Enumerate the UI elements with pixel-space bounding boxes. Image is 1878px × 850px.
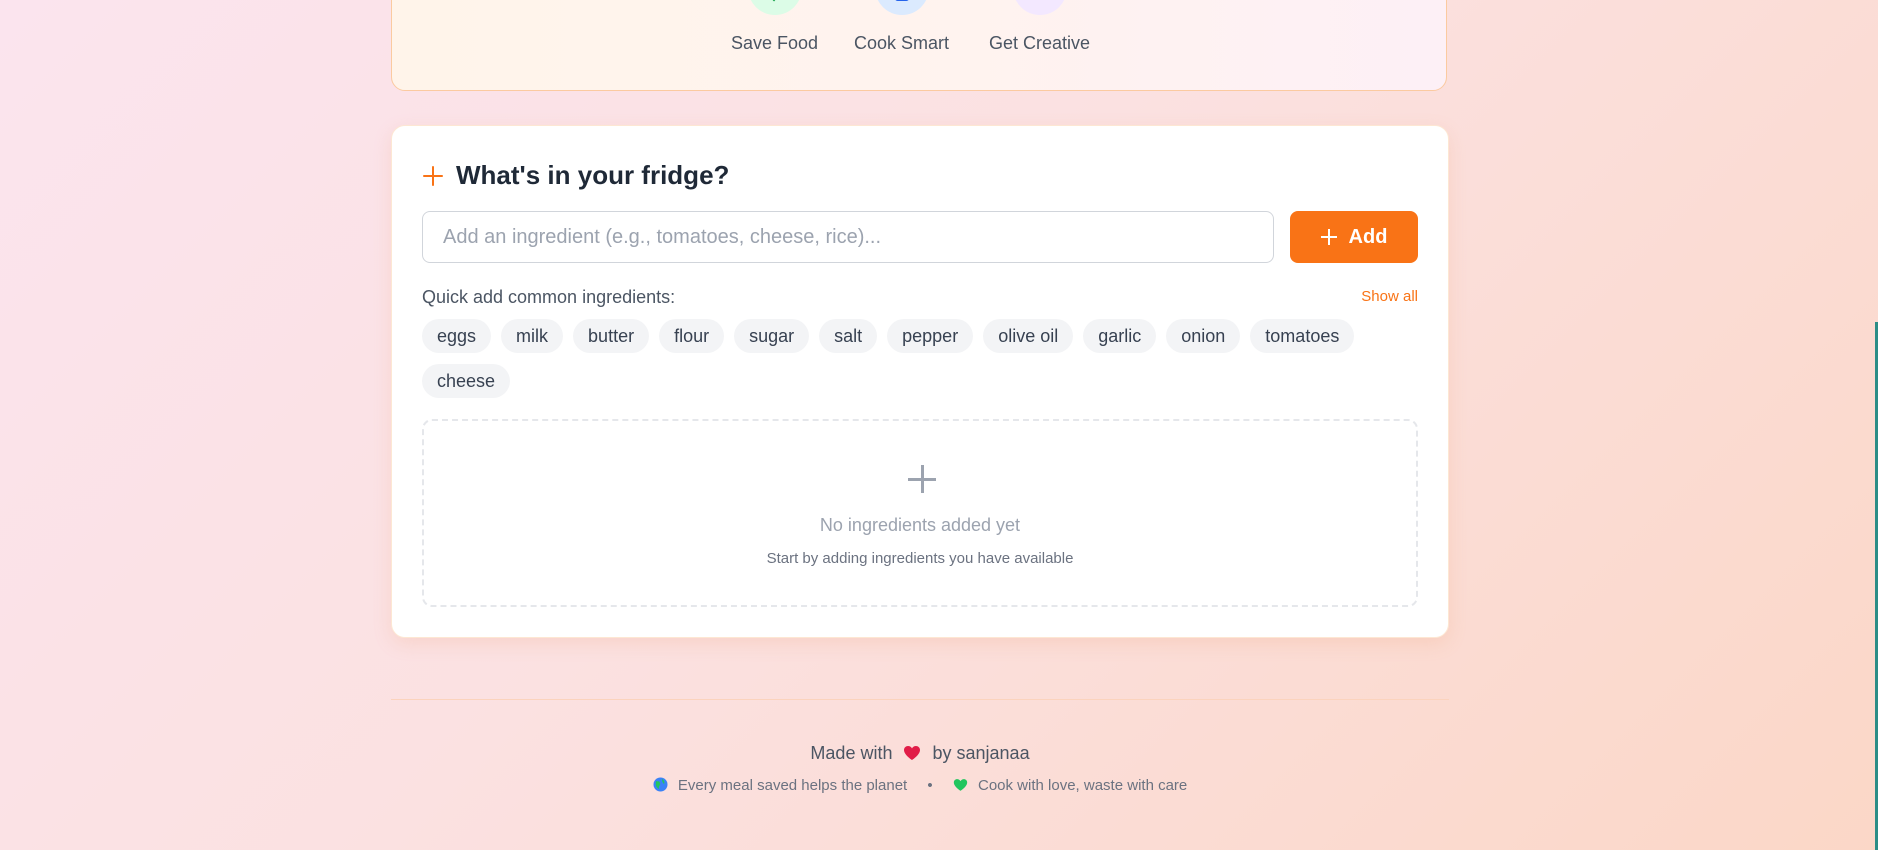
card-title: What's in your fridge? bbox=[456, 160, 730, 190]
tagline-love: Cook with love, waste with care bbox=[978, 777, 1188, 794]
ingredient-chip-eggs[interactable]: eggs bbox=[422, 319, 492, 353]
made-with-text: Made with bbox=[810, 743, 893, 763]
ingredient-chip-garlic[interactable]: garlic bbox=[1083, 319, 1157, 353]
fridge-card: What's in your fridge? Add Quick add com… bbox=[391, 125, 1449, 638]
lightbulb-icon bbox=[1012, 0, 1067, 15]
ingredient-chip-onion[interactable]: onion bbox=[1166, 319, 1241, 353]
quick-add-chips: eggs milk butter flour sugar salt pepper… bbox=[422, 319, 1412, 398]
card-header: What's in your fridge? bbox=[422, 160, 729, 191]
feature-label: Save Food bbox=[731, 33, 819, 53]
ingredient-input-wrapper bbox=[422, 211, 1274, 263]
empty-ingredients-state: No ingredients added yet Start by adding… bbox=[422, 419, 1418, 607]
feature-label: Cook Smart bbox=[854, 33, 950, 53]
heart-icon bbox=[903, 745, 921, 761]
plus-icon bbox=[1320, 229, 1337, 245]
empty-state-subtitle: Start by adding ingredients you have ava… bbox=[766, 550, 1074, 567]
ingredient-chip-pepper[interactable]: pepper bbox=[887, 319, 974, 353]
tagline-planet: Every meal saved helps the planet bbox=[677, 777, 908, 794]
page: Save Food Cook Smart Get Creative What's… bbox=[0, 0, 1878, 850]
footer-taglines: Every meal saved helps the planet • Cook… bbox=[391, 777, 1449, 794]
ingredient-chip-olive-oil[interactable]: olive oil bbox=[983, 319, 1074, 353]
footer-divider bbox=[391, 699, 1449, 700]
ingredient-chip-tomatoes[interactable]: tomatoes bbox=[1250, 319, 1355, 353]
footer-credit: Made with by sanjanaa bbox=[391, 743, 1449, 764]
ingredient-chip-milk[interactable]: milk bbox=[501, 319, 564, 353]
empty-state-title: No ingredients added yet bbox=[819, 515, 1021, 535]
check-icon bbox=[747, 0, 802, 15]
feature-label: Get Creative bbox=[989, 33, 1091, 53]
ingredient-chip-butter[interactable]: butter bbox=[573, 319, 650, 353]
book-icon bbox=[874, 0, 929, 15]
show-all-link[interactable]: Show all bbox=[1361, 288, 1418, 305]
plus-icon bbox=[422, 165, 444, 187]
separator-dot: • bbox=[927, 777, 933, 794]
author-text: by sanjanaa bbox=[932, 743, 1030, 763]
add-button-label: Add bbox=[1348, 225, 1388, 248]
ingredient-chip-flour[interactable]: flour bbox=[659, 319, 725, 353]
ingredient-chip-sugar[interactable]: sugar bbox=[734, 319, 810, 353]
globe-icon bbox=[653, 777, 668, 792]
ingredient-chip-salt[interactable]: salt bbox=[819, 319, 878, 353]
quick-add-label: Quick add common ingredients: bbox=[422, 287, 676, 307]
green-heart-icon bbox=[953, 778, 968, 793]
add-ingredient-button[interactable]: Add bbox=[1290, 211, 1418, 263]
ingredient-chip-cheese[interactable]: cheese bbox=[422, 364, 511, 398]
plus-icon bbox=[908, 465, 936, 493]
feature-save-food: Save Food bbox=[731, 0, 818, 54]
feature-get-creative: Get Creative bbox=[989, 0, 1090, 54]
hero-card: Save Food Cook Smart Get Creative bbox=[391, 0, 1447, 91]
ingredient-input[interactable] bbox=[423, 212, 1273, 262]
feature-cook-smart: Cook Smart bbox=[854, 0, 949, 54]
